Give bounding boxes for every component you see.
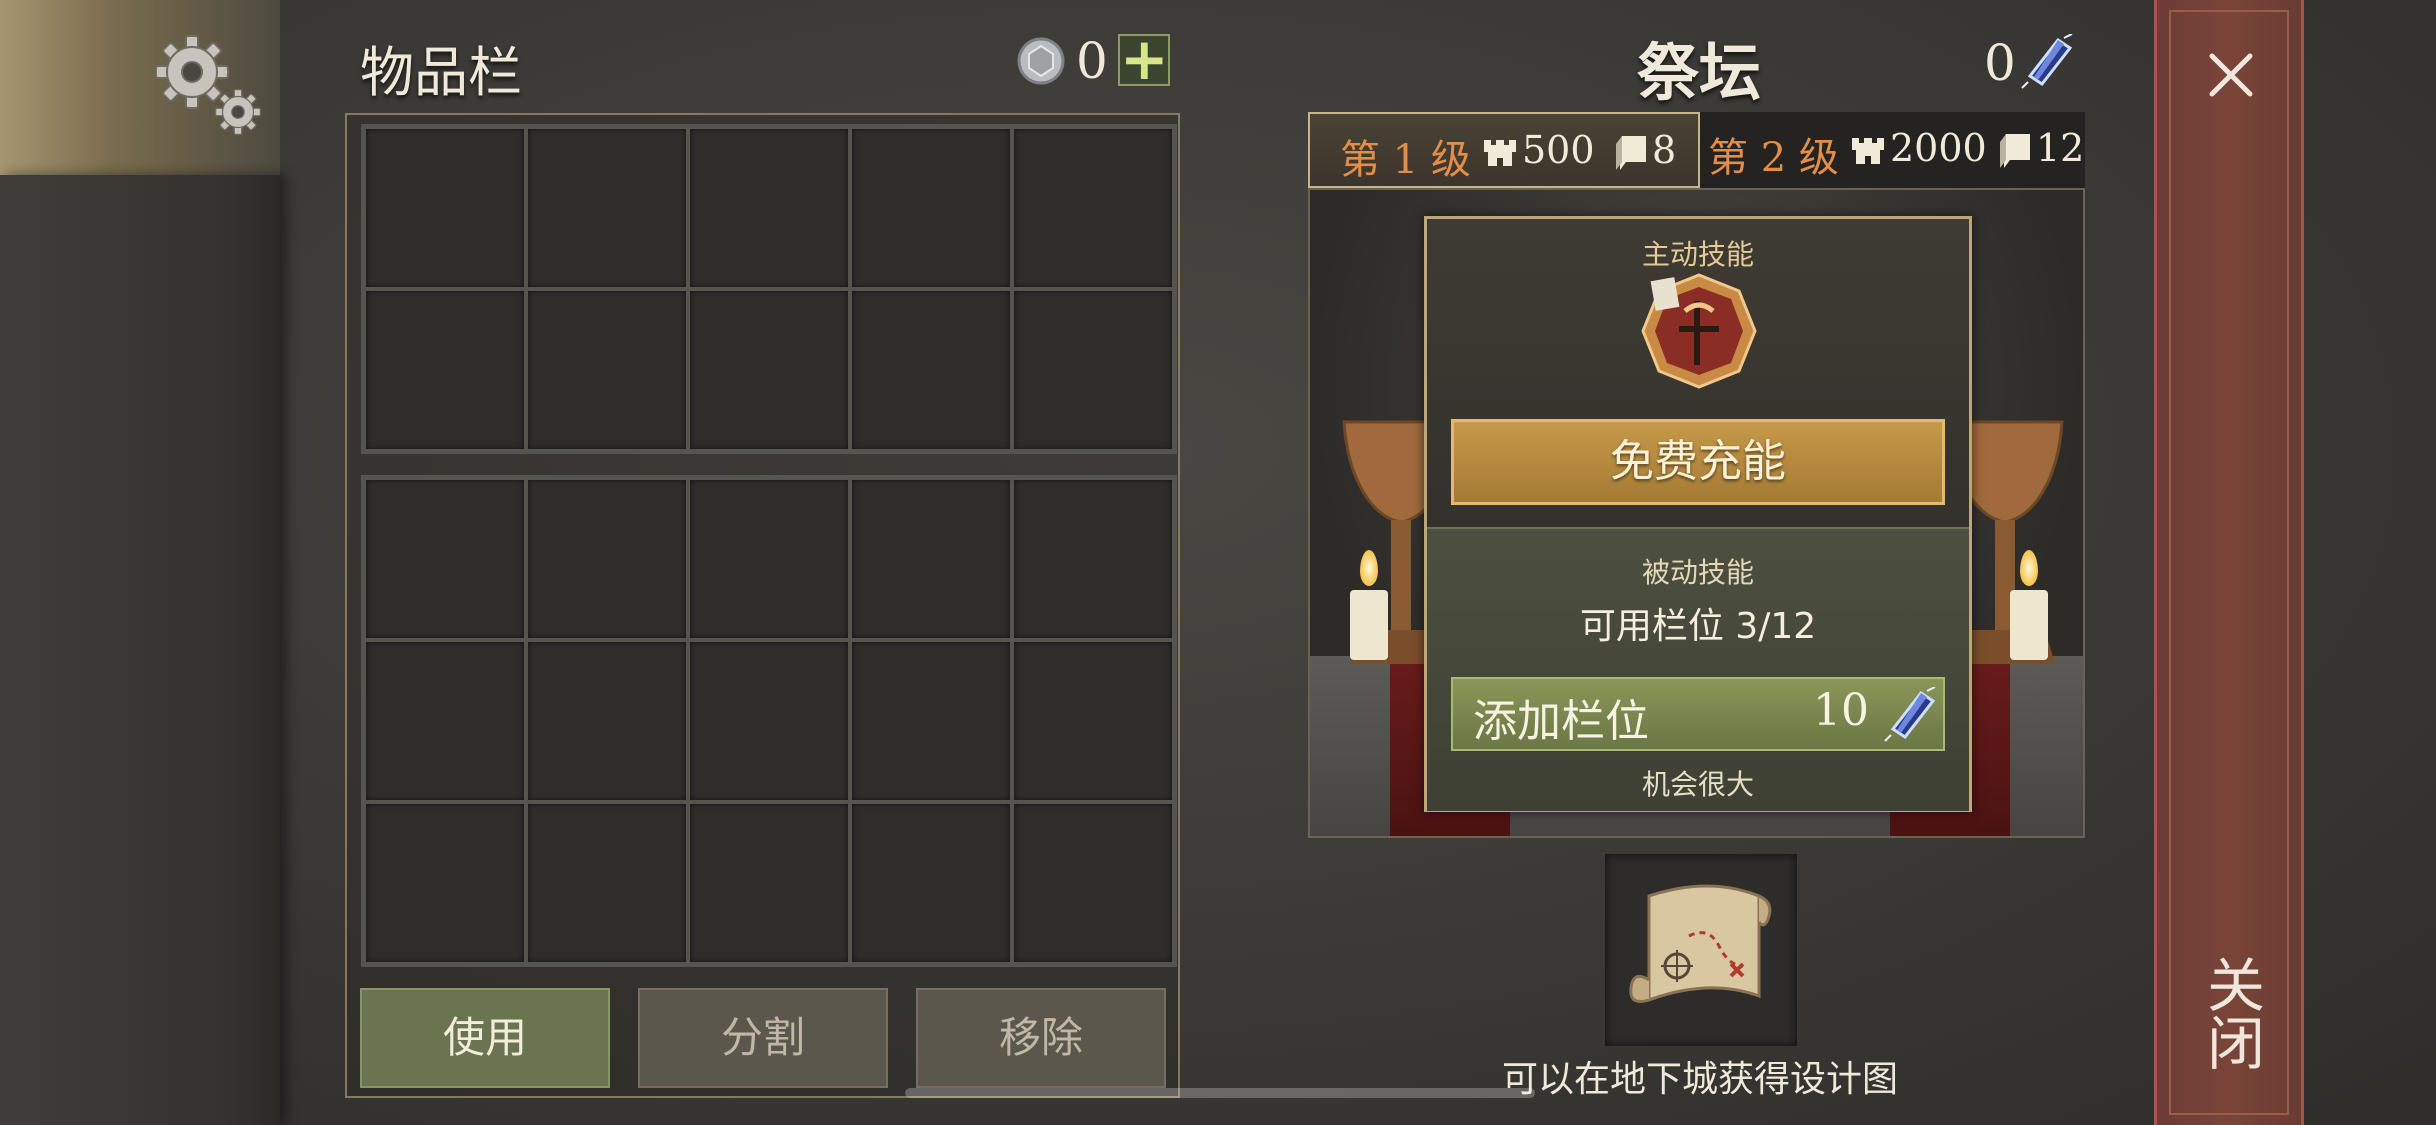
- crystal-count: 0: [1984, 34, 2016, 92]
- treasure-map-icon: [1629, 884, 1772, 1003]
- level-tab-2[interactable]: 第 2 级 2000 12: [1700, 112, 2085, 188]
- inventory-slot[interactable]: [1014, 642, 1172, 800]
- inventory-slot[interactable]: [366, 129, 524, 287]
- blue-crystal-icon: [2021, 34, 2073, 89]
- inventory-slot[interactable]: [366, 804, 524, 962]
- add-slot-button[interactable]: 添加栏位 10: [1451, 677, 1945, 751]
- inventory-grid-upper: [361, 124, 1177, 454]
- passive-skill-label: 被动技能: [1641, 556, 1754, 589]
- active-skill-section: 主动技能 免费充能: [1427, 219, 1969, 527]
- remove-button[interactable]: 移除: [916, 988, 1166, 1088]
- plus-icon: +: [1120, 25, 1169, 93]
- book-requirement: 12: [2036, 126, 2085, 170]
- inventory-slot[interactable]: [366, 480, 524, 638]
- left-side-panel: [0, 175, 280, 1125]
- home-indicator[interactable]: [905, 1088, 1535, 1098]
- add-slot-label: 添加栏位: [1473, 696, 1649, 747]
- inventory-slot[interactable]: [528, 129, 686, 287]
- inventory-slot[interactable]: [1014, 129, 1172, 287]
- book-icon: [2000, 134, 2030, 168]
- level-label: 第 2 级: [1708, 135, 1839, 181]
- tower-requirement: 500: [1522, 128, 1595, 172]
- tower-icon: [1852, 138, 1884, 164]
- silver-count: 0: [1076, 32, 1108, 90]
- blueprint-slot[interactable]: [1605, 854, 1797, 1046]
- candle: [2010, 590, 2048, 660]
- altar-title: 祭坛: [1637, 36, 1762, 109]
- inventory-slot[interactable]: [690, 642, 848, 800]
- inventory-slot[interactable]: [366, 291, 524, 449]
- inventory-grid-lower: [361, 475, 1177, 967]
- inventory-slot[interactable]: [690, 291, 848, 449]
- free-charge-button[interactable]: 免费充能: [1451, 419, 1945, 505]
- close-icon[interactable]: [2206, 50, 2256, 100]
- candle: [1350, 590, 1388, 660]
- inventory-slot[interactable]: [1014, 804, 1172, 962]
- candle-flame: [1360, 550, 1378, 586]
- add-currency-button[interactable]: +: [1118, 30, 1170, 88]
- inventory-slot[interactable]: [366, 642, 524, 800]
- level-label: 第 1 级: [1340, 137, 1471, 183]
- add-slot-cost: 10: [1813, 685, 1869, 736]
- inventory-title: 物品栏: [360, 41, 522, 104]
- inventory-slot[interactable]: [528, 480, 686, 638]
- inventory-slot[interactable]: [852, 804, 1010, 962]
- close-panel-frame: [2169, 10, 2289, 1115]
- active-skill-label: 主动技能: [1641, 238, 1754, 271]
- inventory-slot[interactable]: [528, 291, 686, 449]
- split-button[interactable]: 分割: [638, 988, 888, 1088]
- game-screen: 物品栏 0 + 使用 分割 移除 祭坛 0 第 1 级 500 8 第 2 级 …: [0, 0, 2436, 1125]
- level-tab-1[interactable]: 第 1 级 500 8: [1308, 112, 1700, 188]
- available-slots-text: 可用栏位 3/12: [1579, 606, 1817, 647]
- inventory-slot[interactable]: [690, 480, 848, 638]
- book-icon: [1616, 136, 1646, 170]
- silver-coin-icon: [1017, 37, 1065, 85]
- inventory-slot[interactable]: [852, 642, 1010, 800]
- inventory-slot[interactable]: [1014, 480, 1172, 638]
- inventory-slot[interactable]: [528, 804, 686, 962]
- gear-icon[interactable]: [150, 30, 270, 145]
- inventory-slot[interactable]: [690, 129, 848, 287]
- skill-panel: 主动技能 免费充能 被动技能 可用栏位 3/12 添加栏位 10 机会很大: [1424, 216, 1972, 812]
- book-requirement: 8: [1652, 128, 1677, 172]
- passive-skill-section: 被动技能 可用栏位 3/12 添加栏位 10 机会很大: [1427, 527, 1969, 811]
- inventory-slot[interactable]: [852, 480, 1010, 638]
- chance-text: 机会很大: [1641, 768, 1754, 801]
- inventory-slot[interactable]: [528, 642, 686, 800]
- tower-icon: [1484, 140, 1516, 166]
- skill-emblem-icon[interactable]: [1639, 271, 1759, 391]
- use-button[interactable]: 使用: [360, 988, 610, 1088]
- inventory-slot[interactable]: [852, 291, 1010, 449]
- inventory-slot[interactable]: [852, 129, 1010, 287]
- blue-crystal-icon: [1884, 687, 1936, 742]
- candle-flame: [2020, 550, 2038, 586]
- inventory-slot[interactable]: [1014, 291, 1172, 449]
- inventory-slot[interactable]: [690, 804, 848, 962]
- tower-requirement: 2000: [1890, 126, 1987, 170]
- close-label[interactable]: 关闭: [2196, 955, 2266, 1071]
